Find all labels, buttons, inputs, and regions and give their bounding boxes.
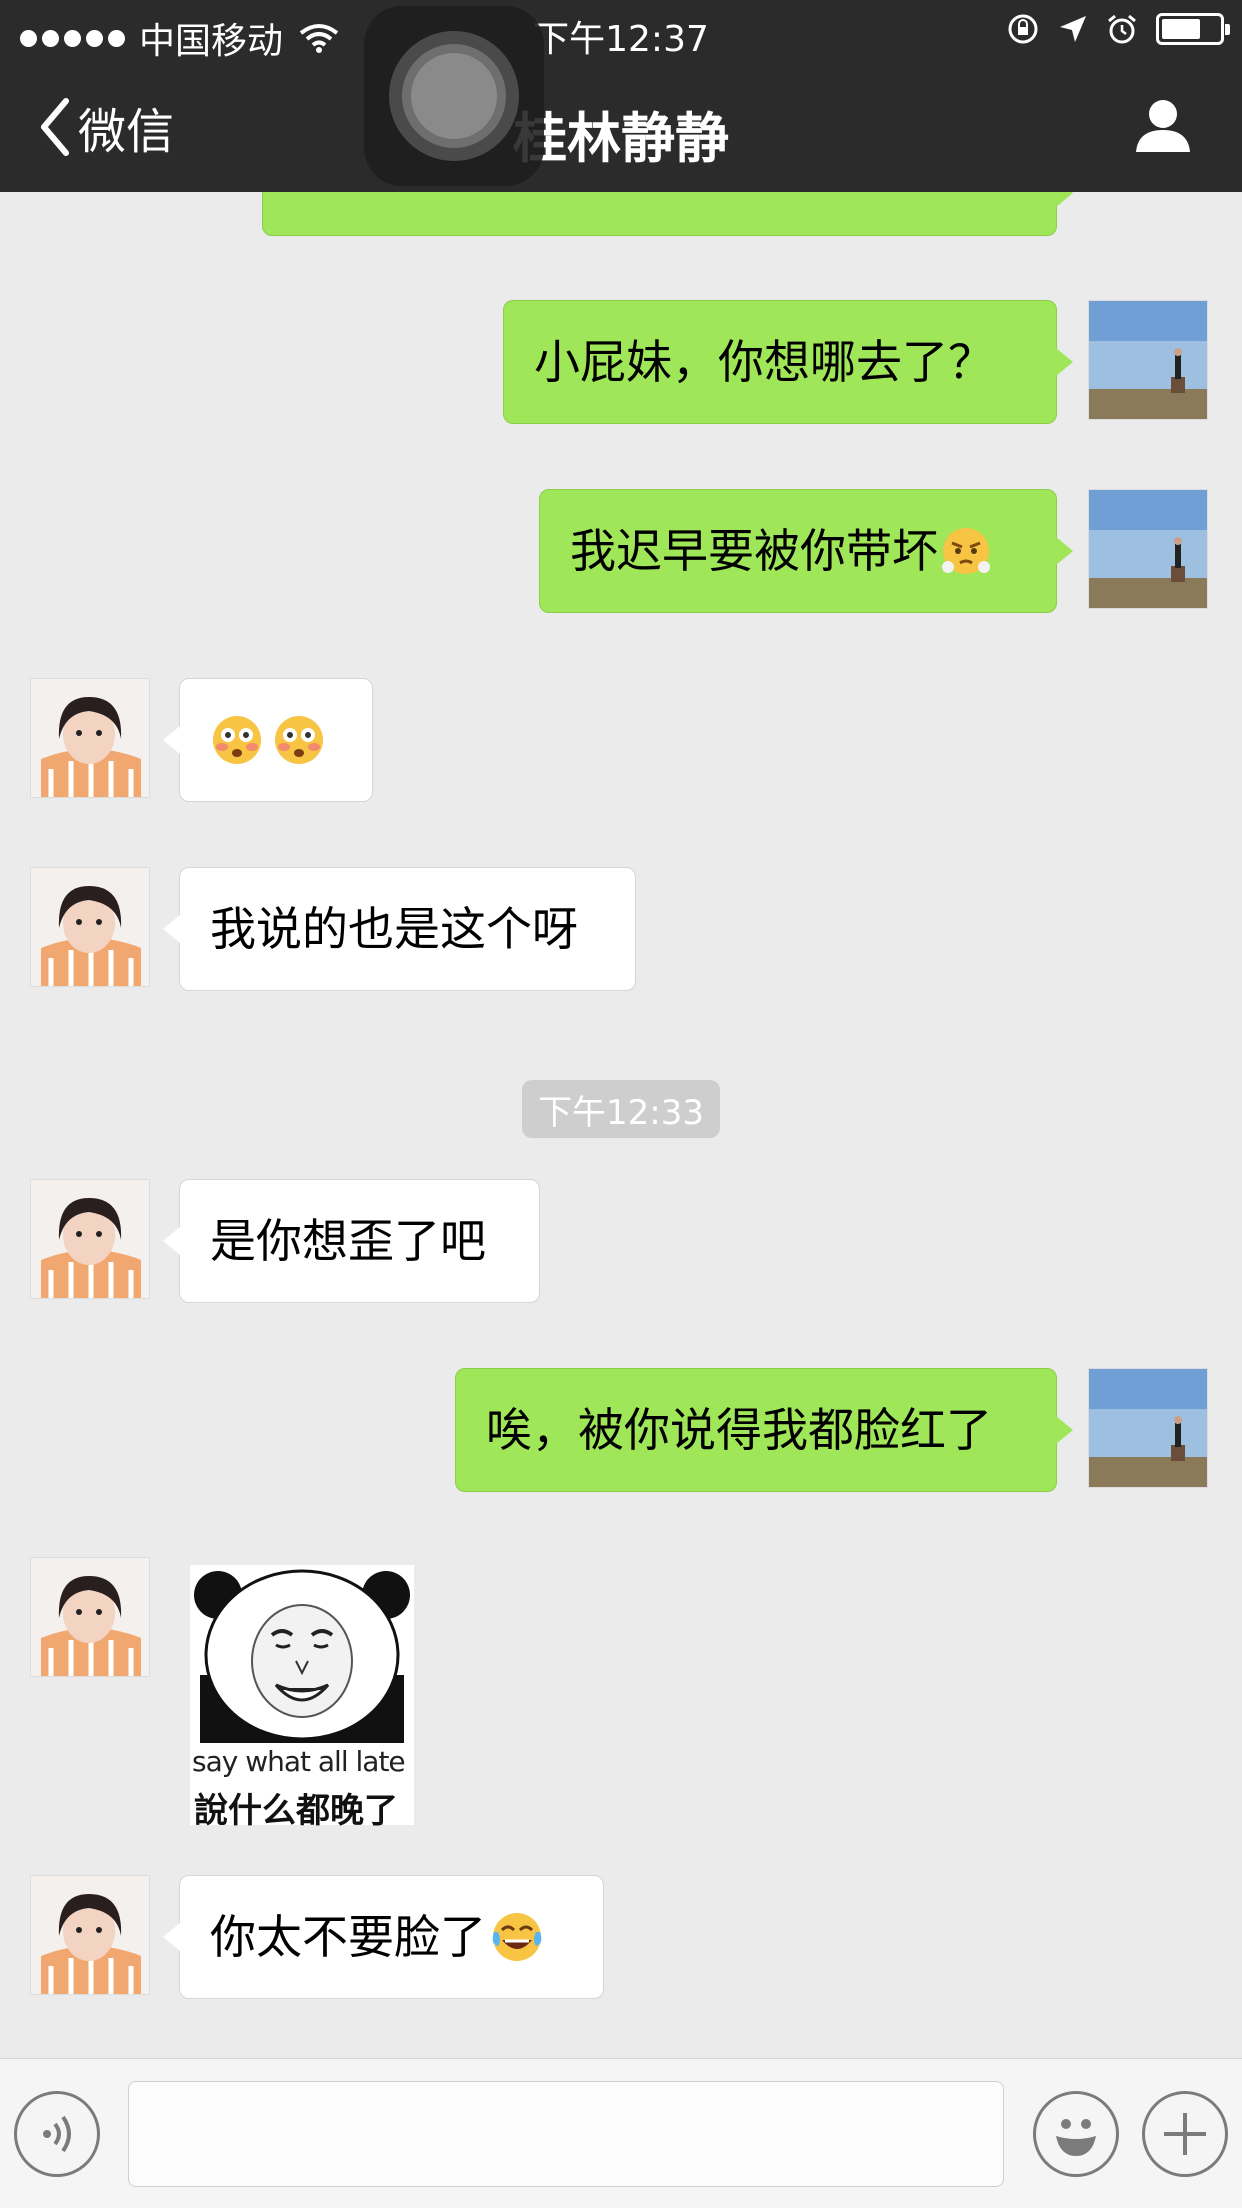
person-icon [1136, 100, 1190, 152]
plus-icon [1164, 2113, 1206, 2155]
message-bubble-incoming[interactable]: 我说的也是这个呀 [163, 867, 636, 991]
message-bubble-incoming[interactable]: 你太不要脸了 [163, 1875, 604, 1999]
my-avatar[interactable] [1088, 489, 1208, 609]
contact-avatar[interactable] [30, 1557, 150, 1677]
assistive-touch-button[interactable] [364, 6, 544, 186]
contact-avatar[interactable] [30, 1875, 150, 1995]
contact-avatar[interactable] [30, 678, 150, 798]
timestamp-divider: 下午12:33 [522, 1080, 720, 1138]
message-bubble-incoming[interactable]: 是你想歪了吧 [163, 1179, 540, 1303]
sticker-caption-english: say what all late [192, 1745, 406, 1778]
my-avatar[interactable] [1088, 300, 1208, 420]
alarm-icon [1108, 14, 1136, 44]
contact-avatar[interactable] [30, 867, 150, 987]
chat-info-button[interactable] [1134, 96, 1192, 158]
tears-of-joy-emoji-icon [492, 1913, 542, 1961]
message-text: 我迟早要被你带坏 [570, 524, 938, 578]
status-bar: 中国移动 下午12:37 [0, 0, 1242, 64]
message-text: 小屁妹，你想哪去了？ [534, 335, 994, 389]
chat-header: 微信 桂林静静 [0, 64, 1242, 192]
steam-from-nose-emoji-icon [942, 528, 990, 574]
message-bubble-incoming[interactable] [163, 678, 373, 802]
location-arrow-icon [1060, 16, 1086, 42]
message-text: 是你想歪了吧 [210, 1214, 486, 1268]
panda-face-icon [194, 1569, 410, 1743]
voice-icon [43, 2115, 71, 2153]
rotation-lock-icon [1008, 14, 1038, 44]
flushed-face-emoji-icon [213, 716, 261, 764]
message-bubble-outgoing[interactable]: 小屁妹，你想哪去了？ [503, 300, 1073, 424]
message-input-bar [0, 2058, 1242, 2208]
message-bubble-outgoing[interactable]: 我迟早要被你带坏 [539, 489, 1073, 613]
smiley-icon [1056, 2119, 1096, 2156]
message-text: 唉，被你说得我都脸红了 [486, 1403, 992, 1457]
message-text: 我说的也是这个呀 [210, 902, 578, 956]
voice-input-button[interactable] [14, 2091, 100, 2177]
flushed-face-emoji-icon [275, 716, 323, 764]
more-actions-button[interactable] [1142, 2091, 1228, 2177]
contact-avatar[interactable] [30, 1179, 150, 1299]
status-right [1006, 12, 1230, 46]
message-bubble-outgoing[interactable]: 唉，被你说得我都脸红了 [455, 1368, 1073, 1492]
message-text: 你太不要脸了 [210, 1910, 486, 1964]
message-text-input[interactable] [128, 2081, 1004, 2187]
my-avatar[interactable] [1088, 1368, 1208, 1488]
panda-meme-sticker[interactable]: say what all late 說什么都晚了 [190, 1565, 414, 1831]
chat-title: 桂林静静 [513, 107, 729, 170]
sticker-caption-chinese: 說什么都晚了 [194, 1791, 398, 1831]
battery-icon [1156, 13, 1230, 45]
emoji-button[interactable] [1033, 2091, 1119, 2177]
